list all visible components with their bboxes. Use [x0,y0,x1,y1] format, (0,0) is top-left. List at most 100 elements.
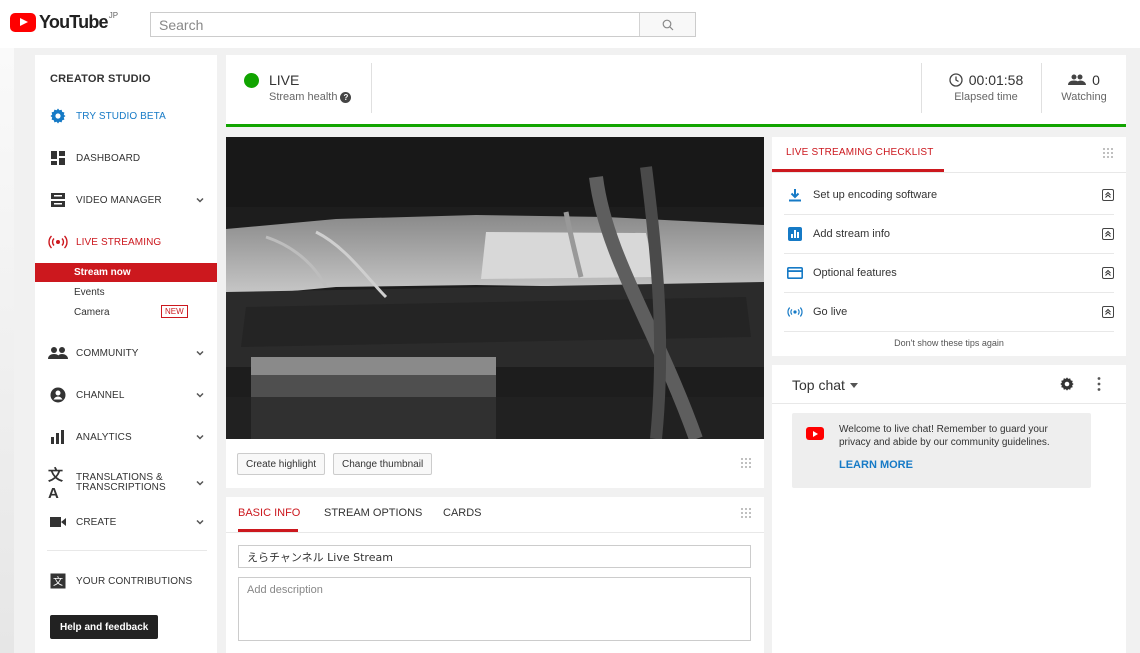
sidebar-item-live-streaming[interactable]: LIVE STREAMING [35,227,217,257]
live-status-bar: LIVE Stream health ? 00:01:58 Elapsed ti… [226,55,1126,127]
expand-icon[interactable] [1102,228,1114,240]
chat-mode-dropdown[interactable]: Top chat [792,377,858,393]
stream-health-label: Stream health [269,91,338,103]
sidebar-item-contributions[interactable]: 文 YOUR CONTRIBUTIONS [35,566,217,596]
live-label: LIVE [269,72,300,88]
create-highlight-button[interactable]: Create highlight [237,453,326,475]
elapsed-time-value: 00:01:58 [968,72,1024,88]
title-input[interactable] [238,545,751,568]
checklist-item-stream-info[interactable]: Add stream info [784,215,1114,254]
sidebar-item-translations[interactable]: 文A TRANSLATIONS & TRANSCRIPTIONS [35,465,217,502]
chat-mode-label: Top chat [792,377,845,393]
sidebar-item-label: LIVE STREAMING [76,236,162,248]
svg-text:文: 文 [53,575,63,588]
sidebar-item-label: CHANNEL [76,389,125,401]
sidebar-item-try-beta[interactable]: TRY STUDIO BETA [35,101,217,131]
sidebar-item-label: COMMUNITY [76,347,139,359]
watching-label: Watching [1061,91,1107,103]
sidebar-item-label: DASHBOARD [76,152,141,164]
watching-value: 0 [1092,72,1100,88]
drag-handle-icon[interactable] [740,507,752,519]
chevron-down-icon [196,350,204,356]
video-frame [226,137,764,439]
tab-cards[interactable]: CARDS [443,507,482,527]
sidebar-sub-camera[interactable]: Camera NEW [35,303,217,322]
description-input[interactable] [238,577,751,641]
dismiss-tips-link[interactable]: Don't show these tips again [772,338,1126,348]
search-box [150,12,696,37]
gear-icon[interactable] [1059,376,1075,392]
tab-stream-options[interactable]: STREAM OPTIONS [324,507,422,527]
help-feedback-button[interactable]: Help and feedback [50,615,159,639]
welcome-text: Welcome to live chat! Remember to guard … [839,424,1050,448]
sidebar-sub-events[interactable]: Events [35,283,217,302]
more-vert-icon[interactable] [1097,376,1101,392]
contributions-icon: 文 [48,571,68,591]
divider [921,63,922,113]
logo-region: JP [108,11,119,20]
checklist-item-label: Set up encoding software [813,189,938,201]
stream-health: Stream health ? [269,91,352,103]
sidebar-item-dashboard[interactable]: DASHBOARD [35,143,217,173]
sidebar-item-label: TRANSLATIONS & TRANSCRIPTIONS [76,472,166,493]
sidebar-item-label: ANALYTICS [76,431,132,443]
chevron-down-icon [196,480,204,486]
help-icon[interactable]: ? [340,91,352,103]
video-toolbar: Create highlight Change thumbnail [226,439,764,488]
sidebar-item-create[interactable]: CREATE [35,507,217,537]
elapsed-time-label: Elapsed time [954,91,1018,103]
new-badge: NEW [161,305,188,318]
chevron-down-icon [196,197,204,203]
live-streaming-icon [48,232,68,252]
change-thumbnail-button[interactable]: Change thumbnail [333,453,433,475]
chevron-down-icon [196,434,204,440]
page-edge [0,48,14,653]
drag-handle-icon[interactable] [1102,147,1114,159]
search-input[interactable] [151,13,639,36]
sidebar-item-community[interactable]: COMMUNITY [35,338,217,368]
tab-basic-info[interactable]: BASIC INFO [238,507,300,527]
sidebar: CREATOR STUDIO TRY STUDIO BETA DASHBOARD… [35,55,217,653]
divider [371,63,372,113]
analytics-icon [48,427,68,447]
search-button[interactable] [639,13,695,36]
search-icon [662,19,673,30]
sidebar-item-channel[interactable]: CHANNEL [35,380,217,410]
live-icon [787,304,803,320]
checklist-item-optional-features[interactable]: Optional features [784,254,1114,293]
sidebar-item-analytics[interactable]: ANALYTICS [35,422,217,452]
sidebar-sub-label: Camera [74,307,110,318]
learn-more-link[interactable]: LEARN MORE [839,459,913,471]
sidebar-item-label: CREATE [76,516,117,528]
divider [226,532,764,533]
chevron-down-icon [196,392,204,398]
video-preview[interactable] [226,137,764,439]
live-indicator-icon [244,73,259,88]
live-chat-panel: Top chat Welcome to live chat! Remember … [772,365,1126,653]
youtube-play-icon [10,13,36,32]
caret-down-icon [849,382,858,388]
card-icon [787,265,803,281]
expand-icon[interactable] [1102,189,1114,201]
checklist-item-go-live[interactable]: Go live [784,293,1114,332]
top-bar: YouTube JP [0,0,1140,48]
chevron-down-icon [196,519,204,525]
create-icon [48,512,68,532]
video-manager-icon [48,190,68,210]
viewers-icon [1068,74,1087,85]
sidebar-title: CREATOR STUDIO [50,73,151,85]
sidebar-sub-stream-now[interactable]: Stream now [35,263,217,282]
expand-icon[interactable] [1102,267,1114,279]
gear-icon [48,106,68,126]
sidebar-item-video-manager[interactable]: VIDEO MANAGER [35,185,217,215]
drag-handle-icon[interactable] [740,457,752,469]
youtube-logo[interactable]: YouTube JP [10,11,119,32]
checklist-item-encoding[interactable]: Set up encoding software [784,176,1114,215]
stats-icon [787,226,803,242]
tab-checklist[interactable]: LIVE STREAMING CHECKLIST [786,147,934,158]
dashboard-icon [48,148,68,168]
elapsed-time: 00:01:58 Elapsed time [941,72,1031,103]
sidebar-item-label: YOUR CONTRIBUTIONS [76,575,193,587]
stream-info-panel: BASIC INFO STREAM OPTIONS CARDS [226,497,764,653]
expand-icon[interactable] [1102,306,1114,318]
